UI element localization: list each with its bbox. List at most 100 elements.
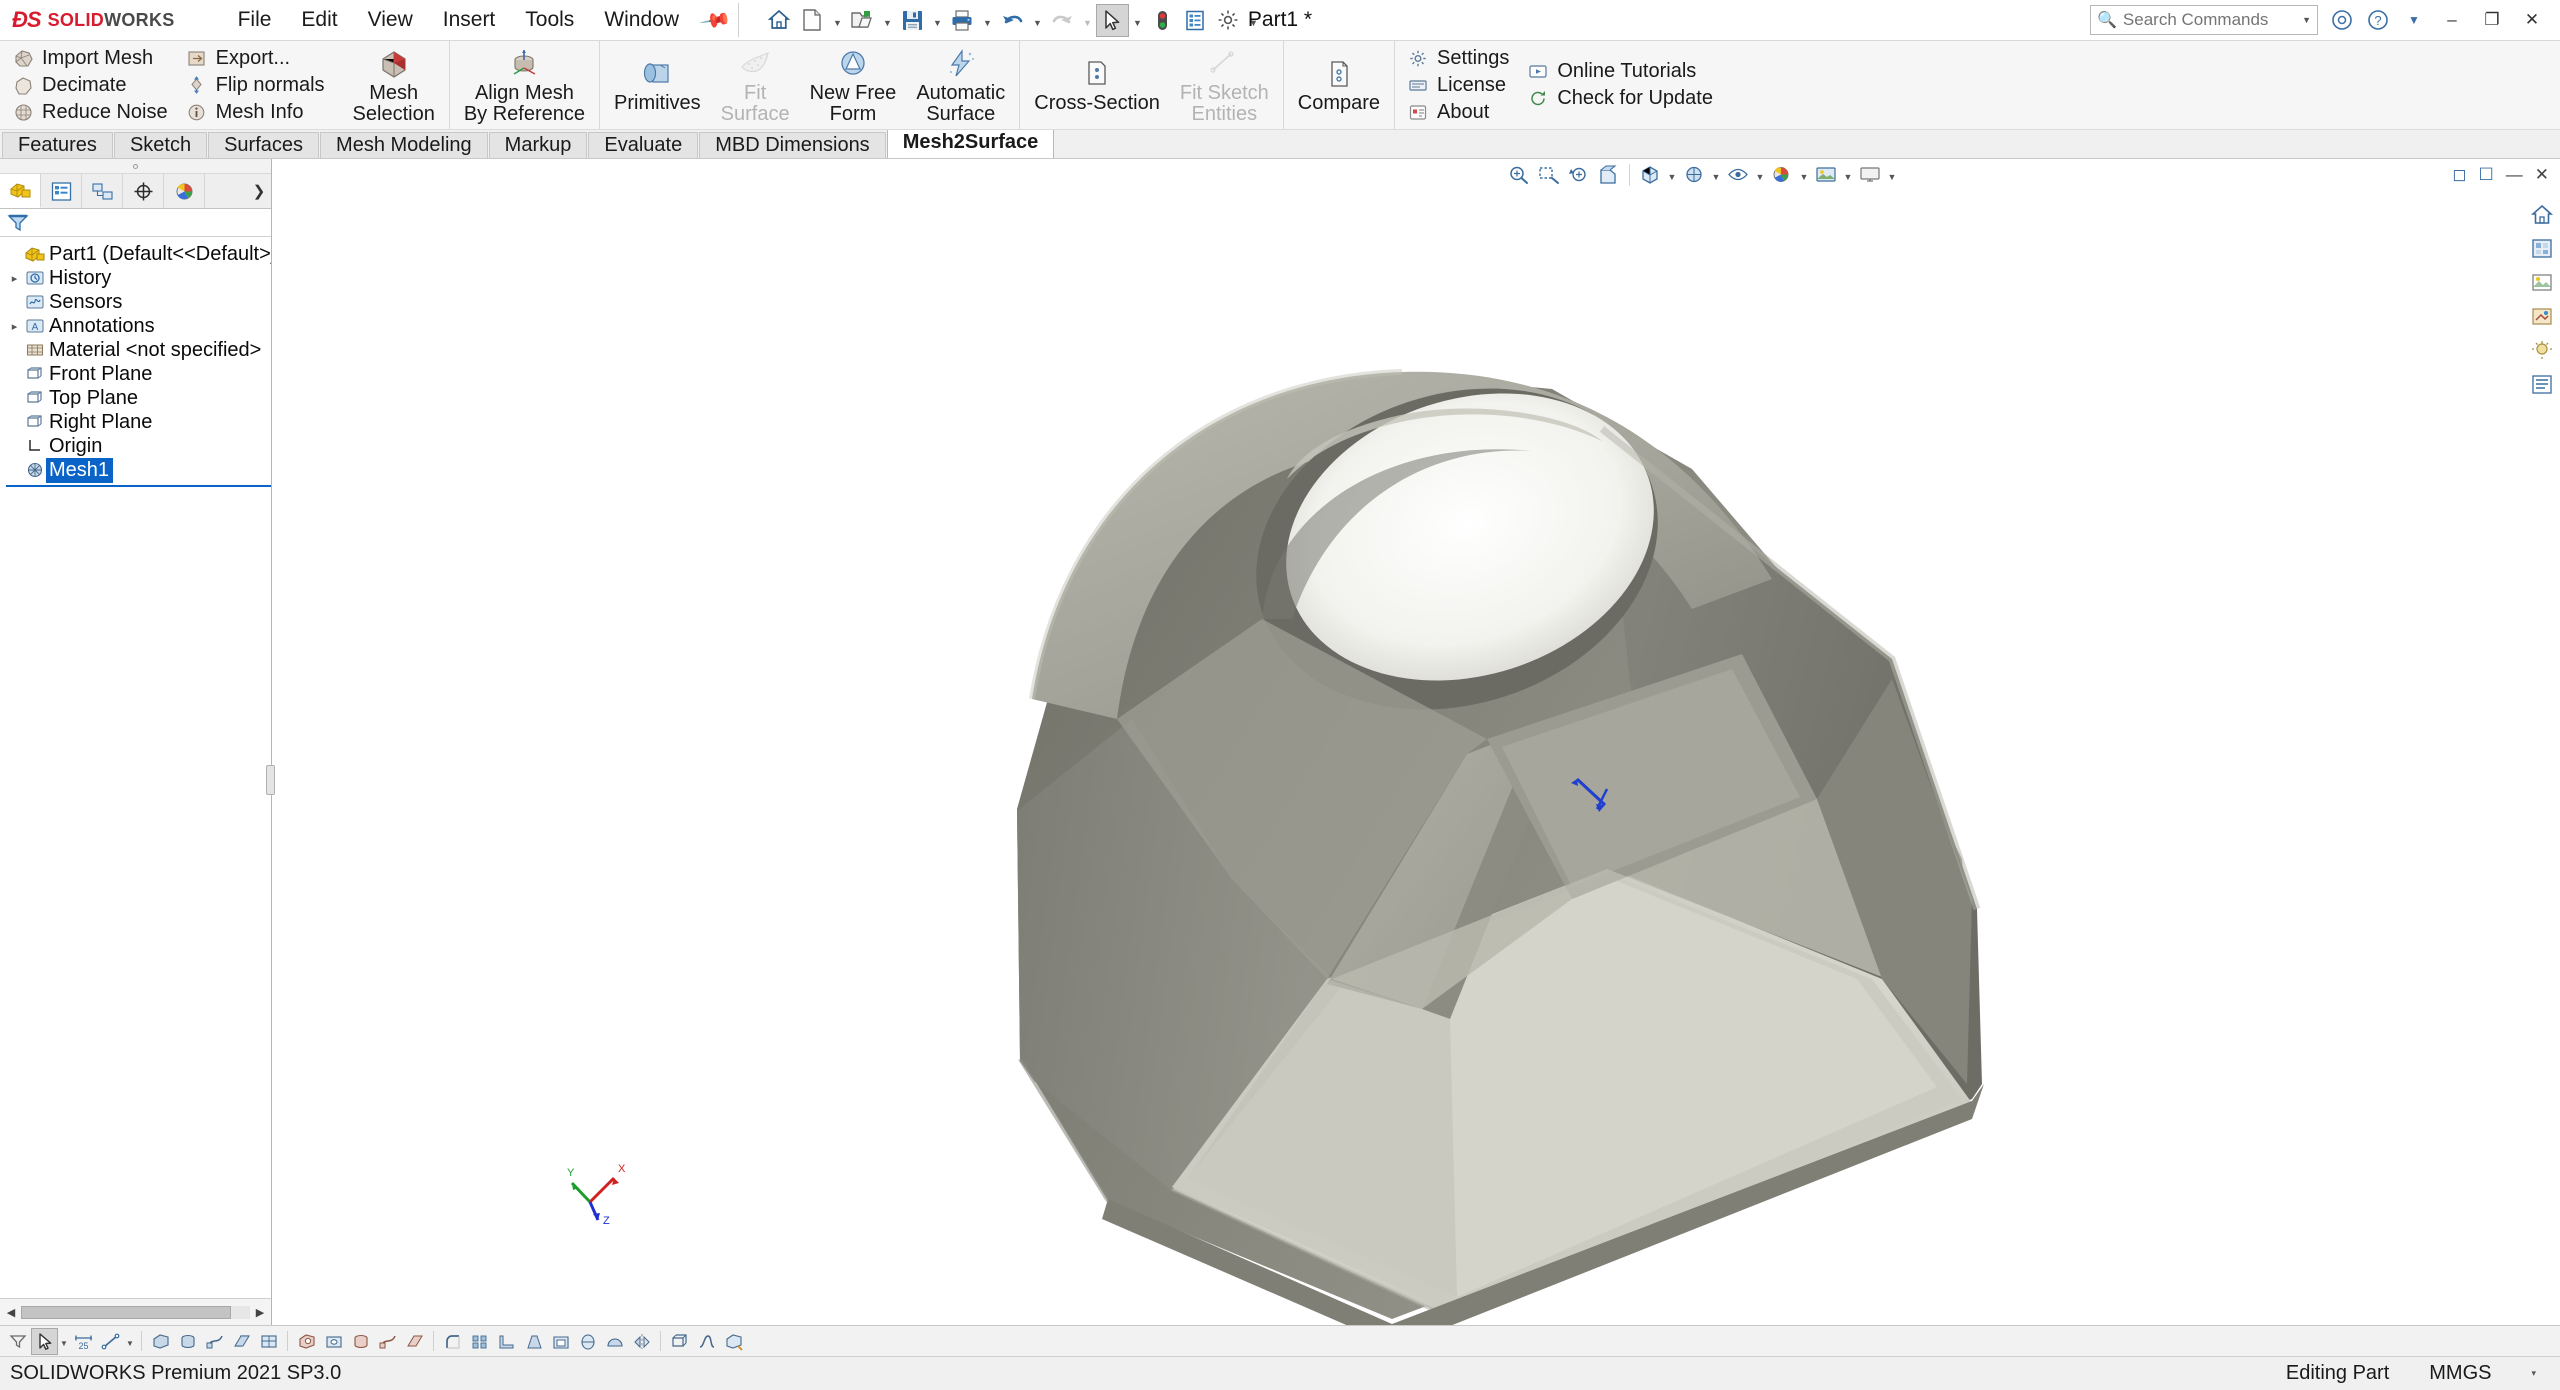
dome-icon[interactable] — [601, 1328, 628, 1355]
tab-features[interactable]: Features — [2, 132, 113, 158]
tab-mbd-dimensions[interactable]: MBD Dimensions — [699, 132, 886, 158]
tree-item-top-plane[interactable]: Top Plane — [6, 386, 271, 410]
undo-icon[interactable] — [996, 4, 1029, 37]
apply-scene-icon[interactable] — [1811, 160, 1841, 190]
compare-button[interactable]: Compare — [1288, 41, 1390, 129]
linear-pattern-icon[interactable] — [466, 1328, 493, 1355]
chevron-down-icon[interactable]: ▾ — [2531, 1368, 2536, 1379]
section-view-icon[interactable] — [1594, 160, 1624, 190]
tree-item-sensors[interactable]: Sensors — [6, 290, 271, 314]
custom-views-icon[interactable] — [2525, 369, 2558, 400]
chevron-down-icon[interactable]: ▼ — [1841, 160, 1855, 190]
flip-normals-button[interactable]: Flip normals — [178, 72, 335, 99]
previous-view-icon[interactable] — [1564, 160, 1594, 190]
display-manager-tab[interactable] — [164, 174, 205, 208]
zoom-to-fit-icon[interactable] — [1504, 160, 1534, 190]
wrap-icon[interactable] — [574, 1328, 601, 1355]
scroll-right-arrow-icon[interactable]: ▶ — [252, 1306, 268, 1319]
revolved-cut-icon[interactable] — [347, 1328, 374, 1355]
menu-view[interactable]: View — [353, 3, 428, 36]
status-units[interactable]: MMGS — [2429, 1362, 2491, 1385]
pushpin-icon[interactable]: 📌 — [698, 3, 733, 38]
question-mark-icon[interactable]: ? — [2360, 3, 2396, 37]
expand-arrow-icon[interactable]: ▸ — [6, 320, 23, 333]
mesh-selection-button[interactable]: Mesh Selection — [343, 41, 445, 129]
tree-item-mesh1[interactable]: Mesh1 — [6, 457, 271, 483]
swept-boss-icon[interactable] — [201, 1328, 228, 1355]
tree-item-part1[interactable]: Part1 (Default<<Default>_Display S — [6, 242, 271, 266]
export-button[interactable]: Export... — [178, 45, 335, 72]
mirror-icon[interactable] — [628, 1328, 655, 1355]
expand-arrow-icon[interactable]: ▸ — [6, 272, 23, 285]
shell-icon[interactable] — [547, 1328, 574, 1355]
menu-edit[interactable]: Edit — [286, 3, 352, 36]
import-mesh-button[interactable]: Import Mesh — [4, 45, 178, 72]
scroll-left-arrow-icon[interactable]: ◀ — [3, 1306, 19, 1319]
boundary-boss-icon[interactable] — [255, 1328, 282, 1355]
menu-tools[interactable]: Tools — [510, 3, 589, 36]
decimate-button[interactable]: Decimate — [4, 72, 178, 99]
rebuild-traffic-light-icon[interactable] — [1146, 4, 1179, 37]
cross-section-button[interactable]: Cross-Section — [1024, 41, 1170, 129]
chevron-down-icon[interactable]: ▼ — [1129, 4, 1146, 37]
reference-geometry-icon[interactable] — [666, 1328, 693, 1355]
online-tutorials-button[interactable]: Online Tutorials — [1519, 58, 1723, 85]
tree-item-material[interactable]: Material <not specified> — [6, 338, 271, 362]
chevron-right-icon[interactable]: ❯ — [247, 174, 271, 208]
scenes-icon[interactable] — [2525, 267, 2558, 298]
chevron-down-icon[interactable]: ▼ — [1709, 160, 1723, 190]
swept-cut-icon[interactable] — [374, 1328, 401, 1355]
view-orientation-icon[interactable] — [1635, 160, 1665, 190]
tab-mesh2surface[interactable]: Mesh2Surface — [886, 129, 1055, 158]
chevron-down-icon[interactable]: ▼ — [979, 4, 996, 37]
tab-evaluate[interactable]: Evaluate — [588, 132, 699, 158]
panel-grip[interactable] — [0, 159, 271, 174]
menu-insert[interactable]: Insert — [428, 3, 511, 36]
tree-item-front-plane[interactable]: Front Plane — [6, 362, 271, 386]
instant3d-icon[interactable] — [720, 1328, 747, 1355]
dimxpert-manager-tab[interactable] — [123, 174, 164, 208]
chevron-down-icon[interactable]: ▼ — [2302, 15, 2311, 25]
display-style-icon[interactable] — [1679, 160, 1709, 190]
mesh-info-button[interactable]: Mesh Info — [178, 99, 335, 126]
search-commands-box[interactable]: 🔍 ▼ — [2090, 5, 2318, 35]
select-arrow-icon[interactable] — [31, 1327, 58, 1355]
hole-wizard-icon[interactable] — [320, 1328, 347, 1355]
menu-file[interactable]: File — [223, 3, 287, 36]
line-tool-icon[interactable] — [97, 1328, 124, 1355]
reduce-noise-button[interactable]: Reduce Noise — [4, 99, 178, 126]
license-button[interactable]: License — [1399, 72, 1519, 99]
property-manager-tab[interactable] — [41, 174, 82, 208]
zoom-to-area-icon[interactable] — [1534, 160, 1564, 190]
settings-button[interactable]: Settings — [1399, 45, 1519, 72]
curves-icon[interactable] — [693, 1328, 720, 1355]
chevron-down-icon[interactable]: ▼ — [124, 1328, 136, 1355]
scroll-track[interactable] — [21, 1305, 250, 1319]
scroll-thumb[interactable] — [21, 1305, 231, 1319]
configuration-manager-tab[interactable] — [82, 174, 123, 208]
feature-manager-tree-tab[interactable] — [0, 174, 41, 208]
fillet-icon[interactable] — [439, 1328, 466, 1355]
chevron-down-icon[interactable]: ▼ — [879, 4, 896, 37]
minimize-button[interactable]: – — [2432, 3, 2472, 37]
chevron-down-icon[interactable]: ▼ — [1245, 4, 1262, 37]
lights-cameras-icon[interactable] — [2525, 335, 2558, 366]
revolved-boss-icon[interactable] — [174, 1328, 201, 1355]
restore-button[interactable]: ❐ — [2472, 3, 2512, 37]
redo-icon[interactable] — [1046, 4, 1079, 37]
select-cursor-icon[interactable] — [1095, 3, 1129, 37]
appearances-icon[interactable] — [2525, 233, 2558, 264]
options-gear-icon[interactable] — [1212, 4, 1245, 37]
save-icon[interactable] — [896, 4, 929, 37]
extruded-boss-icon[interactable] — [147, 1328, 174, 1355]
tree-item-annotations[interactable]: ▸ A Annotations — [6, 314, 271, 338]
close-viewport-icon[interactable]: ✕ — [2530, 165, 2554, 185]
open-folder-icon[interactable] — [846, 4, 879, 37]
chevron-down-icon[interactable]: ▼ — [1753, 160, 1767, 190]
help-circle-icon[interactable] — [2324, 3, 2360, 37]
new-free-form-button[interactable]: New Free Form — [800, 41, 907, 129]
tab-surfaces[interactable]: Surfaces — [208, 132, 320, 158]
menu-window[interactable]: Window — [589, 3, 694, 36]
tree-filter-bar[interactable] — [0, 209, 271, 237]
smart-dimension-icon[interactable]: 25 — [70, 1328, 97, 1355]
